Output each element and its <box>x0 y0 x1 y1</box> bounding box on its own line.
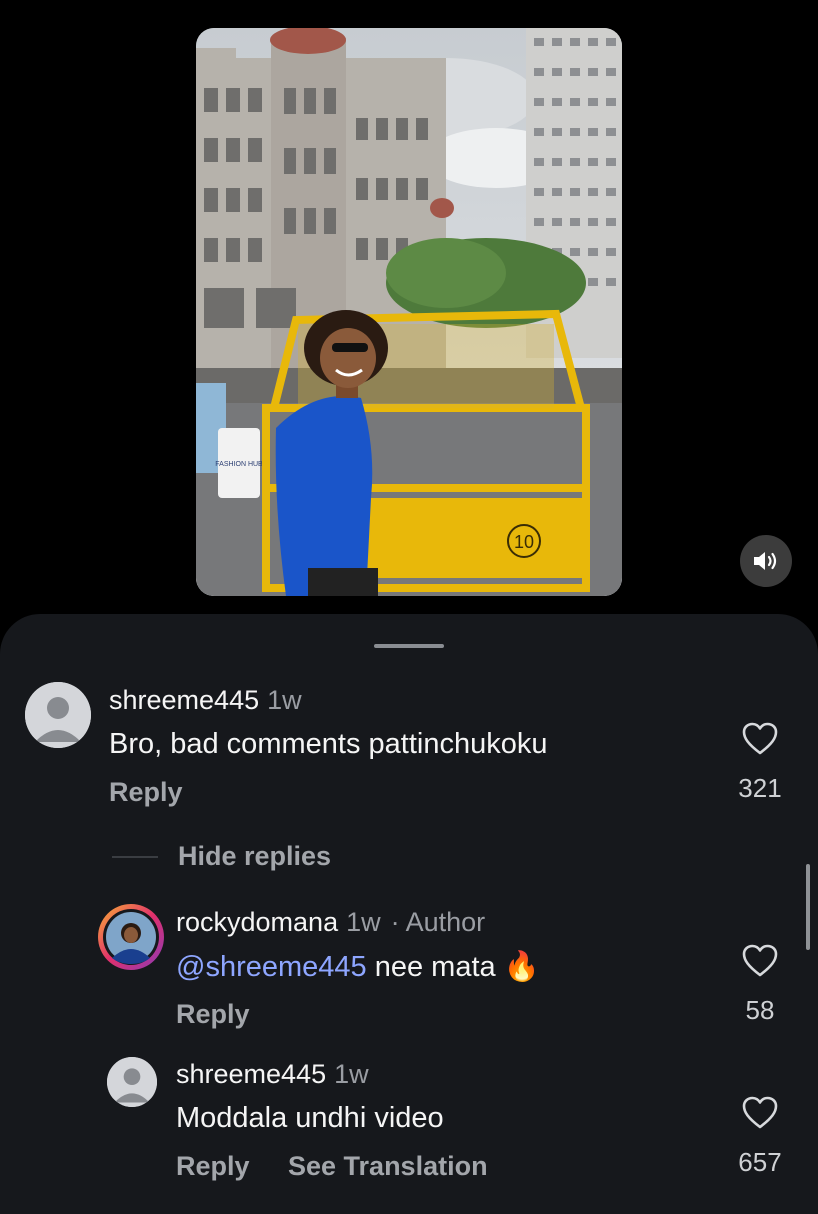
comments-sheet: shreeme445 1w Bro, bad comments pattinchu… <box>0 614 818 1214</box>
author-avatar[interactable] <box>98 904 164 970</box>
reel-video[interactable]: FASHION HUB 10 <box>196 28 622 596</box>
replies-divider <box>112 856 158 858</box>
bag-sign-text: FASHION HUB <box>215 461 263 468</box>
like-count: 321 <box>738 773 782 803</box>
reply-header: rockydomana 1w · Author <box>176 906 485 938</box>
reply-button[interactable]: Reply <box>176 998 250 1030</box>
reply-username[interactable]: rockydomana <box>176 907 338 937</box>
reply-button[interactable]: Reply <box>176 1150 250 1182</box>
reply-text: Moddala undhi video <box>176 1102 444 1134</box>
heart-icon[interactable] <box>742 1096 778 1130</box>
reply-header: shreeme445 1w <box>176 1058 369 1090</box>
reply-button[interactable]: Reply <box>109 776 183 808</box>
heart-icon[interactable] <box>742 722 778 756</box>
reply-text: @shreeme445 nee mata 🔥 <box>176 950 540 984</box>
reply-body: nee mata <box>374 951 496 983</box>
see-translation-button[interactable]: See Translation <box>288 1150 488 1182</box>
speaker-icon <box>754 552 777 570</box>
author-badge: · Author <box>390 907 486 937</box>
fire-emoji: 🔥 <box>503 951 540 983</box>
default-avatar-icon <box>107 1057 157 1107</box>
scrollbar[interactable] <box>806 864 810 950</box>
comment-text: Bro, bad comments pattinchukoku <box>109 728 548 760</box>
comment-header: shreeme445 1w <box>109 684 302 716</box>
sound-toggle-button[interactable] <box>740 535 792 587</box>
heart-icon[interactable] <box>742 944 778 978</box>
reply-time: 1w <box>346 907 381 937</box>
default-avatar-icon <box>25 682 91 748</box>
hide-replies-button[interactable]: Hide replies <box>178 840 331 872</box>
barrier-number: 10 <box>514 532 534 552</box>
reply-username[interactable]: shreeme445 <box>176 1059 326 1089</box>
sheet-drag-handle[interactable] <box>374 644 444 648</box>
comment-time: 1w <box>267 685 302 715</box>
comment-username[interactable]: shreeme445 <box>109 685 259 715</box>
user-mention[interactable]: @shreeme445 <box>176 951 367 983</box>
video-frame-image: FASHION HUB 10 <box>196 28 622 596</box>
like-count: 657 <box>738 1147 782 1177</box>
author-profile-picture <box>103 909 159 965</box>
reply-time: 1w <box>334 1059 369 1089</box>
commenter-avatar[interactable] <box>25 682 91 748</box>
commenter-avatar[interactable] <box>107 1057 157 1107</box>
like-count: 58 <box>745 995 775 1025</box>
